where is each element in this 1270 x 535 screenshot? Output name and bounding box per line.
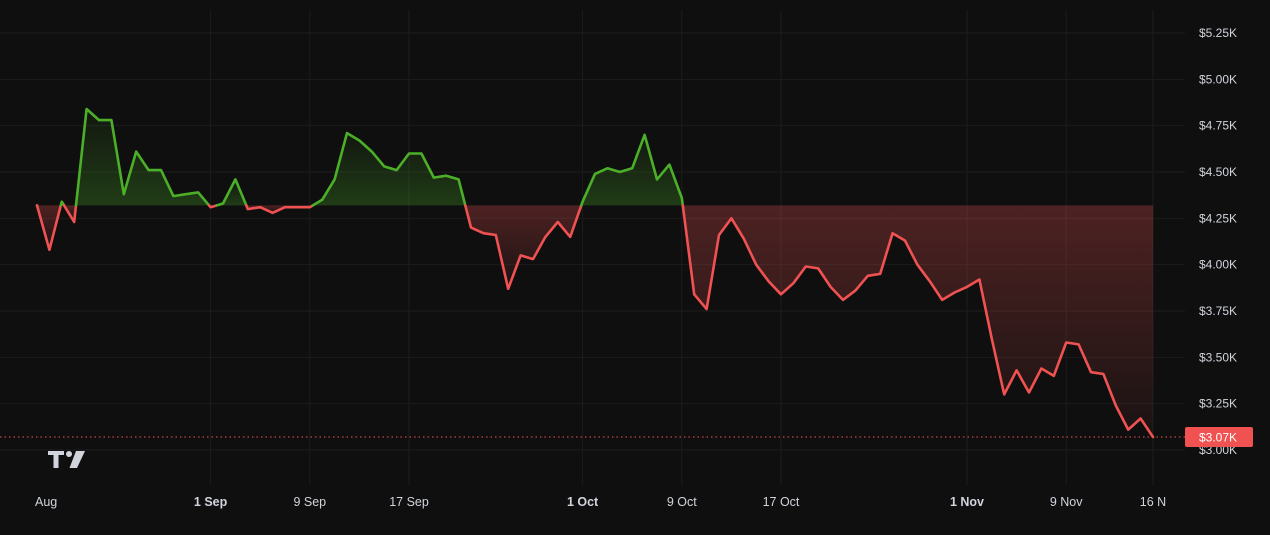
x-tick-label-5: 9 Oct <box>667 495 697 509</box>
fill-above-8 <box>312 133 466 206</box>
x-tick-label-6: 17 Oct <box>763 495 800 509</box>
y-tick-label-2: $4.75K <box>1199 119 1237 133</box>
y-tick-label-7: $3.50K <box>1199 350 1237 364</box>
fill-above-10 <box>581 134 683 206</box>
x-tick-label-3: 17 Sep <box>389 495 429 509</box>
x-tick-label-4: 1 Oct <box>567 495 599 509</box>
y-tick-label-0: $5.25K <box>1199 26 1237 40</box>
y-tick-label-6: $3.75K <box>1199 304 1237 318</box>
y-axis[interactable]: $5.25K $5.00K $4.75K $4.50K $4.25K $4.00K $3.7… <box>1185 26 1253 457</box>
y-tick-label-1: $5.00K <box>1199 72 1237 86</box>
fill-below-9 <box>465 205 582 289</box>
tradingview-logo-icon[interactable] <box>48 451 85 468</box>
price-chart[interactable]: $5.25K $5.00K $4.75K $4.50K $4.25K $4.00K $3.7… <box>0 0 1270 535</box>
fill-below-11 <box>682 205 1153 437</box>
y-tick-label-5: $4.00K <box>1199 258 1237 272</box>
chart-canvas[interactable]: $5.25K $5.00K $4.75K $4.50K $4.25K $4.00K $3.7… <box>0 0 1270 535</box>
x-tick-label-0: Aug <box>35 495 57 509</box>
x-axis[interactable]: Aug 1 Sep 9 Sep 17 Sep 1 Oct 9 Oct 17 Oct 1 Nov… <box>35 495 1166 509</box>
y-tick-label-3: $4.50K <box>1199 165 1237 179</box>
x-tick-label-9: 16 N <box>1140 495 1166 509</box>
x-tick-label-7: 1 Nov <box>950 495 984 509</box>
fill-below-1 <box>37 205 61 250</box>
y-tick-label-8: $3.25K <box>1199 397 1237 411</box>
area-fill <box>37 109 1153 437</box>
last-price-label: $3.07K <box>1199 431 1237 445</box>
y-tick-label-4: $4.25K <box>1199 211 1237 225</box>
x-tick-label-1: 1 Sep <box>194 495 228 509</box>
x-tick-label-2: 9 Sep <box>293 495 326 509</box>
fill-above-4 <box>76 109 210 206</box>
x-tick-label-8: 9 Nov <box>1050 495 1083 509</box>
